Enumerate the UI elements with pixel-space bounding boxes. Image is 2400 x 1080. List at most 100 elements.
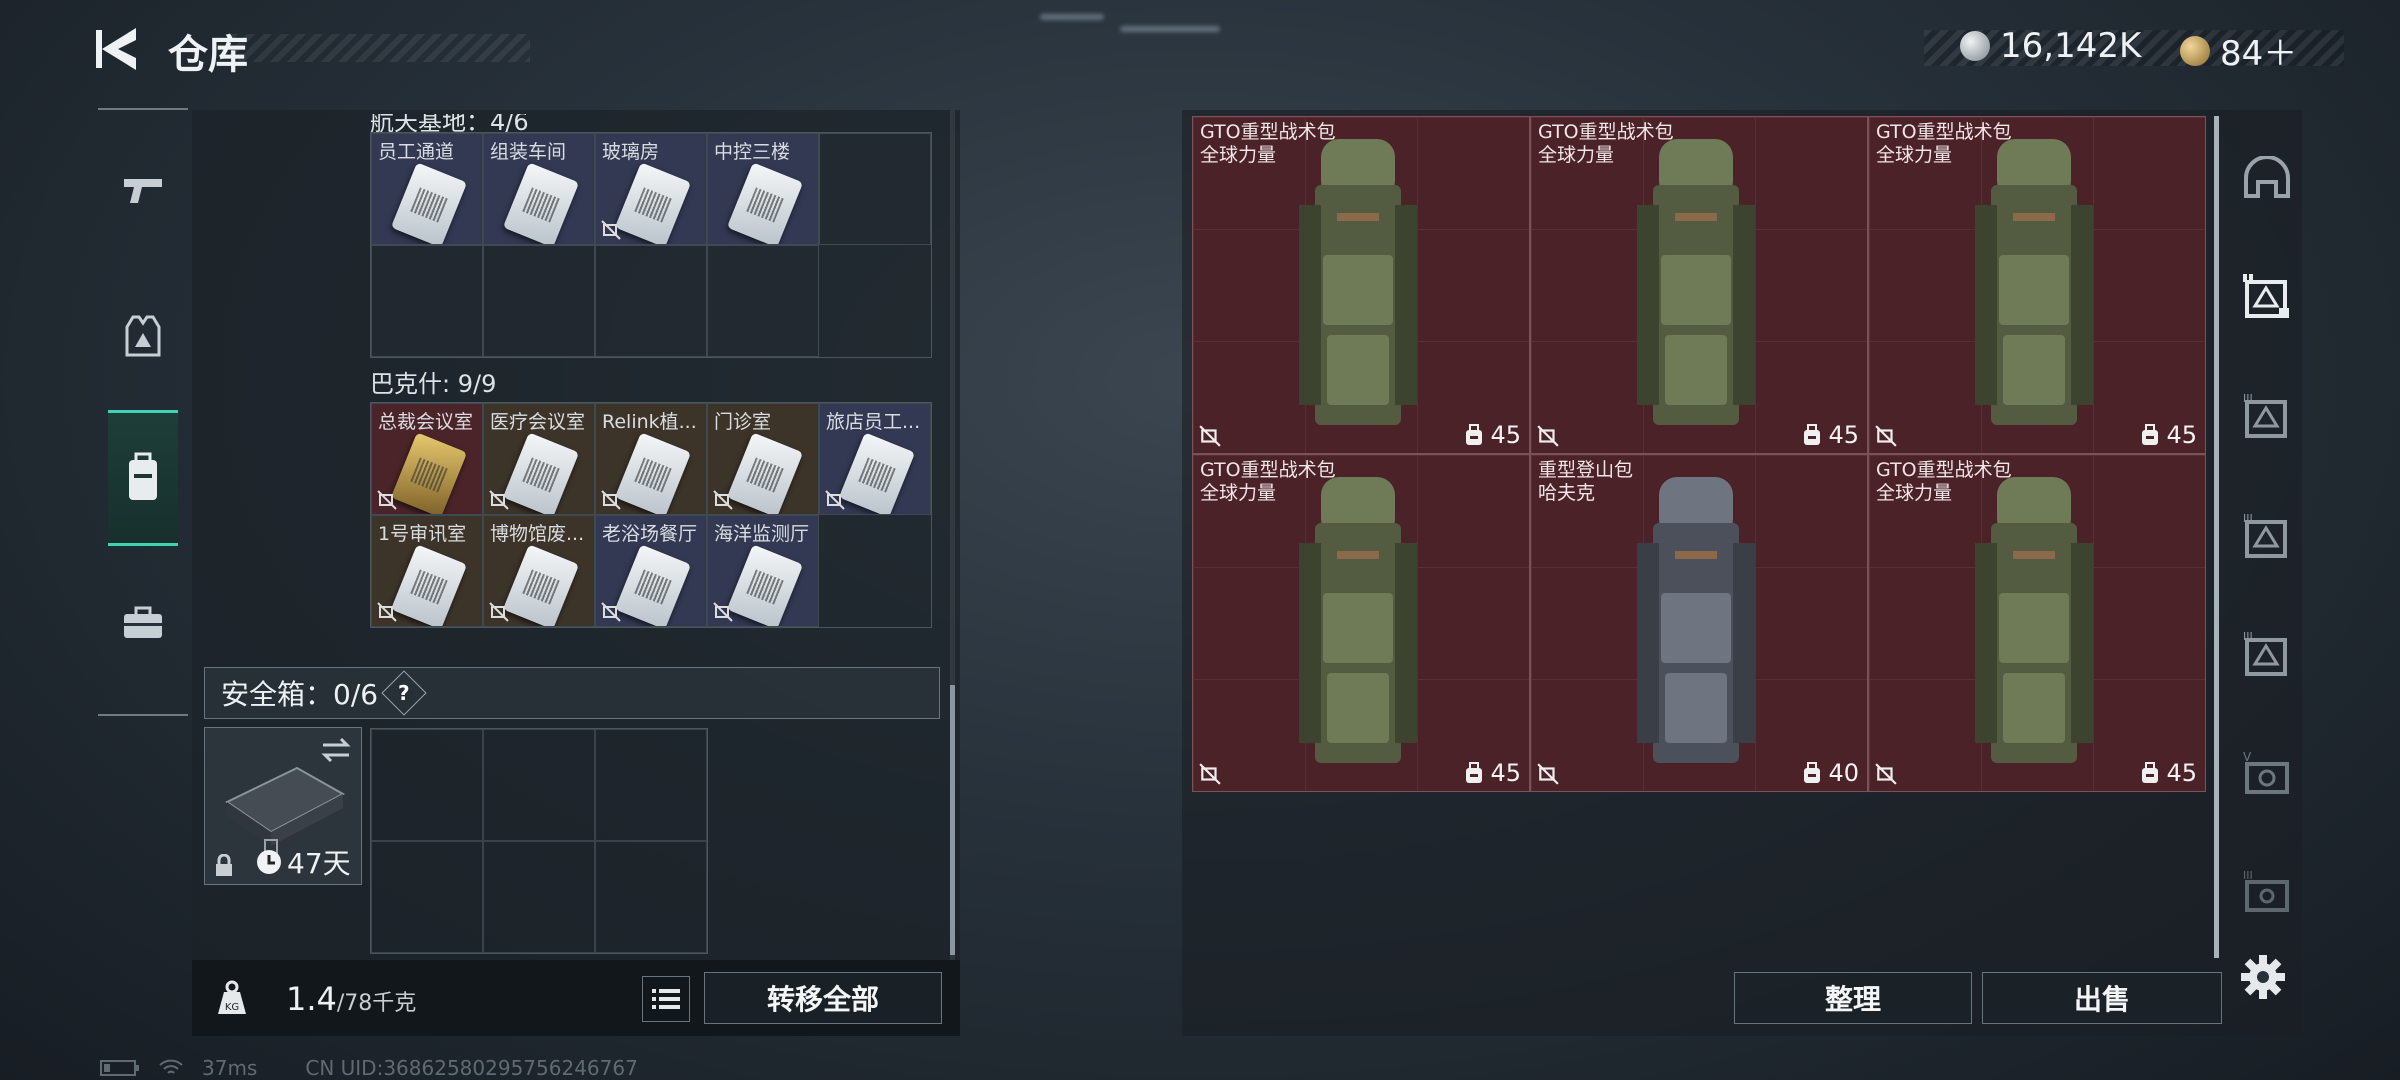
storage-scrollbar[interactable] xyxy=(950,110,955,960)
backpack-name: GTO重型战术包 全球力量 xyxy=(1200,121,1336,166)
silver-currency-value: 16,142K xyxy=(2000,26,2142,66)
silver-currency[interactable]: 16,142K xyxy=(1960,26,2141,66)
tier-filter[interactable]: III xyxy=(2240,866,2294,920)
tier-filter[interactable]: III xyxy=(2240,390,2294,444)
key-slot[interactable]: Relink植... xyxy=(595,403,707,515)
safe-case-slot[interactable]: 47天 xyxy=(204,727,362,885)
backpack-item[interactable]: GTO重型战术包 全球力量 45 xyxy=(1868,454,2206,792)
keycard-icon xyxy=(726,544,804,626)
swap-icon[interactable] xyxy=(319,736,353,764)
triangle-currency-value: 84＋ xyxy=(2220,34,2298,74)
key-slot[interactable]: 旅店员工... xyxy=(819,403,931,515)
unbound-icon xyxy=(713,602,733,622)
svg-text:III: III xyxy=(2243,869,2253,882)
nav-armor[interactable] xyxy=(108,302,178,372)
unbound-icon xyxy=(1199,425,1221,447)
keycard-icon xyxy=(614,162,692,244)
list-view-button[interactable] xyxy=(642,976,690,1022)
keycard-icon xyxy=(838,432,916,514)
title-decoration xyxy=(230,34,530,62)
help-button[interactable]: ? xyxy=(381,670,427,716)
empty-slot[interactable] xyxy=(595,729,707,841)
triangle-coin-icon xyxy=(2180,35,2210,66)
nav-cases[interactable] xyxy=(108,588,178,658)
ceiling-light xyxy=(1120,26,1220,32)
helmet-icon xyxy=(2244,156,2290,198)
empty-slot[interactable] xyxy=(371,729,483,841)
key-slot[interactable]: 组装车间 xyxy=(483,133,595,245)
backpack-name: 重型登山包 哈夫克 xyxy=(1538,459,1634,504)
key-slot[interactable]: 海洋监测厅 xyxy=(707,515,819,627)
list-icon xyxy=(652,989,680,1009)
tier-filter[interactable]: III xyxy=(2240,628,2294,682)
backpack-name: GTO重型战术包 全球力量 xyxy=(1200,459,1336,504)
sort-button[interactable]: 整理 xyxy=(1734,972,1972,1024)
sell-button[interactable]: 出售 xyxy=(1982,972,2222,1024)
safe-box-header: 安全箱：0/6 ? xyxy=(204,667,940,719)
transfer-all-button[interactable]: 转移全部 xyxy=(704,972,942,1024)
capacity-icon xyxy=(1466,762,1483,783)
capacity-icon xyxy=(1804,424,1821,445)
empty-slot[interactable] xyxy=(371,841,483,953)
backpack-capacity: 45 xyxy=(2140,759,2197,787)
helmet-filter[interactable] xyxy=(2240,152,2294,206)
back-arrow-icon xyxy=(96,28,136,70)
nav-weapons[interactable] xyxy=(108,156,178,226)
empty-slot[interactable] xyxy=(595,245,707,357)
backpack-item[interactable]: GTO重型战术包 全球力量 45 xyxy=(1868,116,2206,454)
empty-slot[interactable] xyxy=(595,841,707,953)
tier-3-frame-icon: III xyxy=(2243,630,2287,676)
weight-readout: 1.4/78千克 xyxy=(286,980,417,1018)
keycard-icon xyxy=(390,162,468,244)
empty-slot[interactable] xyxy=(707,245,819,357)
key-slot[interactable]: 员工通道 xyxy=(371,133,483,245)
key-slot[interactable]: 博物馆废... xyxy=(483,515,595,627)
tier-filter[interactable]: III xyxy=(2240,510,2294,564)
key-slot[interactable]: 门诊室 xyxy=(707,403,819,515)
key-slot[interactable]: 医疗会议室 xyxy=(483,403,595,515)
unbound-icon xyxy=(489,490,509,510)
key-slot[interactable]: 中控三楼 xyxy=(707,133,819,245)
backpack-image xyxy=(1637,139,1755,425)
key-slot[interactable]: 1号审讯室 xyxy=(371,515,483,627)
key-slot[interactable]: 总裁会议室 xyxy=(371,403,483,515)
battery-icon xyxy=(100,1060,139,1076)
capacity-icon xyxy=(1466,424,1483,445)
tier-filter[interactable]: V xyxy=(2240,748,2294,802)
vest-icon xyxy=(125,315,161,357)
backpack-item[interactable]: 重型登山包 哈夫克 40 xyxy=(1530,454,1868,792)
backpack-image xyxy=(1637,477,1755,763)
category-nav xyxy=(98,108,188,716)
nav-storage[interactable] xyxy=(108,410,178,546)
unbound-icon xyxy=(1875,425,1897,447)
unbound-icon xyxy=(377,602,397,622)
backpack-item[interactable]: GTO重型战术包 全球力量 45 xyxy=(1530,116,1868,454)
empty-slot[interactable] xyxy=(483,245,595,357)
keycard-icon xyxy=(390,432,468,514)
empty-slot[interactable] xyxy=(371,245,483,357)
settings-gear-icon[interactable] xyxy=(2238,952,2288,1002)
back-button[interactable] xyxy=(96,24,140,74)
backpack-capacity: 45 xyxy=(1464,421,1521,449)
empty-slot[interactable] xyxy=(483,841,595,953)
capacity-icon xyxy=(1804,762,1821,783)
key-slot[interactable]: 玻璃房 xyxy=(595,133,707,245)
weight-icon: KG xyxy=(218,980,246,1014)
empty-slot[interactable] xyxy=(483,729,595,841)
keycard-icon xyxy=(726,432,804,514)
backpack-item[interactable]: GTO重型战术包 全球力量 45 xyxy=(1192,116,1530,454)
backpack-filter[interactable] xyxy=(2240,270,2294,324)
unbound-icon xyxy=(1875,763,1897,785)
bakesh-section-label: 巴克什: 9/9 xyxy=(370,370,497,398)
tier-frame-icon xyxy=(2243,274,2289,318)
ping: 37ms xyxy=(202,1056,258,1080)
triangle-currency[interactable]: 84＋ xyxy=(2180,26,2297,75)
backpack-name: GTO重型战术包 全球力量 xyxy=(1876,459,2012,504)
safe-box-grid xyxy=(370,728,708,954)
key-slot[interactable]: 老浴场餐厅 xyxy=(595,515,707,627)
backpack-item[interactable]: GTO重型战术包 全球力量 45 xyxy=(1192,454,1530,792)
backpack-scrollbar[interactable] xyxy=(2214,116,2219,958)
backpack-capacity: 45 xyxy=(2140,421,2197,449)
empty-slot[interactable] xyxy=(819,133,931,245)
status-bar: 37ms CN UID:36862580295756246767 xyxy=(100,1056,638,1080)
